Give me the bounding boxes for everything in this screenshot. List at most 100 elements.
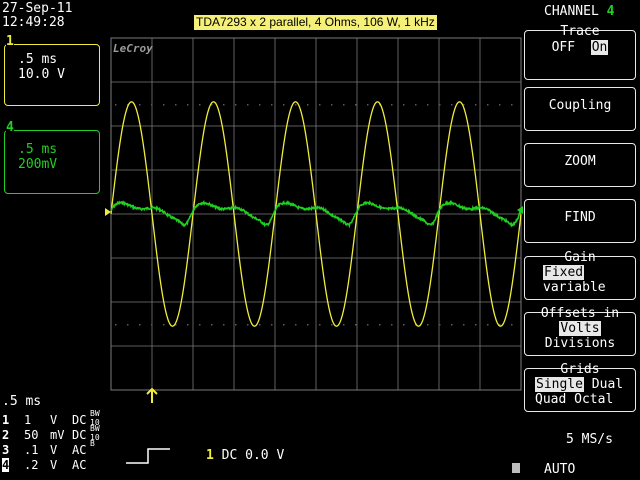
lecroy-logo: LeCroy	[113, 42, 153, 55]
graticule-dot	[199, 324, 201, 326]
offsets-divisions-option[interactable]: Divisions	[525, 336, 635, 351]
graticule-dot	[175, 104, 177, 106]
graticule-dot	[211, 324, 213, 326]
channel-status-row[interactable]: 1 1 V DC BW 10	[2, 410, 100, 428]
gain-variable-option[interactable]: variable	[525, 280, 635, 295]
channel-status-number: 1	[2, 413, 10, 427]
graticule-dot	[439, 324, 441, 326]
graticule-dot	[331, 324, 333, 326]
menu-header-label: CHANNEL	[544, 4, 599, 19]
graticule-dot	[283, 104, 285, 106]
find-button[interactable]: FIND	[524, 199, 636, 243]
graticule-dot	[475, 104, 477, 106]
graticule-dot	[511, 104, 513, 106]
channel-1-volts: 10.0 V	[18, 67, 65, 82]
graticule-dot	[331, 104, 333, 106]
graticule-dot	[499, 104, 501, 106]
grids-title: Grids	[560, 362, 600, 377]
channel-status-row[interactable]: 4 .2 V AC	[2, 458, 86, 473]
grids-button[interactable]: Grids Single Dual Quad Octal	[524, 362, 636, 412]
graticule-dot	[415, 104, 417, 106]
channel-status-bandwidth: B	[90, 439, 95, 448]
graticule-dot	[391, 104, 393, 106]
offsets-title: Offsets in	[540, 306, 620, 321]
trigger-text: DC 0.0 V	[221, 448, 285, 463]
graticule-dot	[391, 324, 393, 326]
graticule-dot	[439, 104, 441, 106]
channel-status-unit: mV	[50, 428, 65, 442]
graticule-dot	[511, 324, 513, 326]
channel-status-value: 50	[24, 428, 39, 442]
offsets-volts-option[interactable]: Volts	[559, 321, 601, 336]
trigger-position-arrow[interactable]	[146, 387, 158, 404]
channel-4-volts: 200mV	[18, 157, 58, 172]
channel-1-number: 1	[6, 34, 14, 49]
graticule-dot	[343, 104, 345, 106]
trigger-slope-icon	[126, 448, 170, 464]
trace-off-option[interactable]: OFF	[552, 40, 575, 55]
graticule-dot	[271, 324, 273, 326]
coupling-label: Coupling	[548, 98, 612, 113]
channel-status-value: .2	[24, 458, 39, 472]
channel-status-number: 4	[2, 458, 10, 472]
graticule-dot	[115, 324, 117, 326]
channel-status-unit: V	[50, 413, 58, 427]
channel-status-list: 1 1 V DC BW 10 2 50 mV DC BW 10 3.1 V AC B 4.2 V AC	[2, 410, 100, 473]
channel-1-timebase: .5 ms	[18, 52, 58, 67]
coupling-button[interactable]: Coupling	[524, 87, 636, 131]
graticule-dot	[247, 324, 249, 326]
trace-on-option[interactable]: On	[590, 40, 609, 55]
zoom-label: ZOOM	[564, 154, 596, 169]
channel-status-unit: V	[50, 443, 58, 457]
channel-status-coupling: DC	[72, 413, 87, 427]
graticule-dot	[151, 104, 153, 106]
ground-marker-left	[105, 208, 111, 216]
channel-status-row[interactable]: 3 .1 V AC B	[2, 440, 95, 458]
date-readout: 27-Sep-11	[2, 1, 73, 16]
menu-header: CHANNEL 4	[544, 4, 614, 19]
graticule-dot	[199, 104, 201, 106]
graticule-dot	[115, 104, 117, 106]
trigger-readout: 1 DC 0.0 V	[206, 448, 284, 463]
grids-single-option[interactable]: Single	[535, 377, 584, 392]
channel-status-unit: V	[50, 458, 58, 472]
zoom-button[interactable]: ZOOM	[524, 143, 636, 187]
graticule-dot	[139, 324, 141, 326]
graticule-dot	[223, 324, 225, 326]
grids-quad-option[interactable]: Quad	[535, 392, 566, 407]
waveform-display[interactable]: LeCroy	[105, 36, 525, 392]
graticule-dot	[451, 104, 453, 106]
channel-status-coupling: AC	[72, 458, 87, 472]
trigger-mode-readout: AUTO	[544, 462, 576, 477]
graticule-dot	[235, 324, 237, 326]
graticule-dot	[223, 104, 225, 106]
trigger-channel: 1	[206, 448, 214, 463]
menu-header-channel: 4	[606, 4, 615, 19]
channel-status-number: 2	[2, 428, 10, 442]
grids-octal-option[interactable]: Octal	[574, 392, 613, 407]
graticule-dot	[151, 324, 153, 326]
trace-button[interactable]: Trace OFF On	[524, 24, 636, 80]
gain-fixed-option[interactable]: Fixed	[543, 265, 585, 280]
graticule-dot	[367, 324, 369, 326]
graticule-dot	[355, 324, 357, 326]
graticule-dot	[187, 324, 189, 326]
channel-status-row[interactable]: 2 50 mV DC BW 10	[2, 425, 100, 443]
channel-status-coupling: DC	[72, 428, 87, 442]
graticule-dot	[403, 104, 405, 106]
graticule-dot	[463, 324, 465, 326]
channel-status-bandwidth: BW	[90, 424, 100, 433]
acquisition-indicator-icon	[512, 463, 520, 473]
graticule-dot	[187, 104, 189, 106]
graticule-dot	[163, 324, 165, 326]
graticule-dot	[127, 324, 129, 326]
graticule-dot	[163, 104, 165, 106]
graticule-dot	[355, 104, 357, 106]
graticule-dot	[475, 324, 477, 326]
gain-button[interactable]: Gain Fixed variable	[524, 250, 636, 300]
channel-status-value: .1	[24, 443, 39, 457]
grids-dual-option[interactable]: Dual	[592, 377, 623, 392]
find-label: FIND	[564, 210, 596, 225]
channel-4-timebase: .5 ms	[18, 142, 58, 157]
offsets-button[interactable]: Offsets in Volts Divisions	[524, 306, 636, 356]
